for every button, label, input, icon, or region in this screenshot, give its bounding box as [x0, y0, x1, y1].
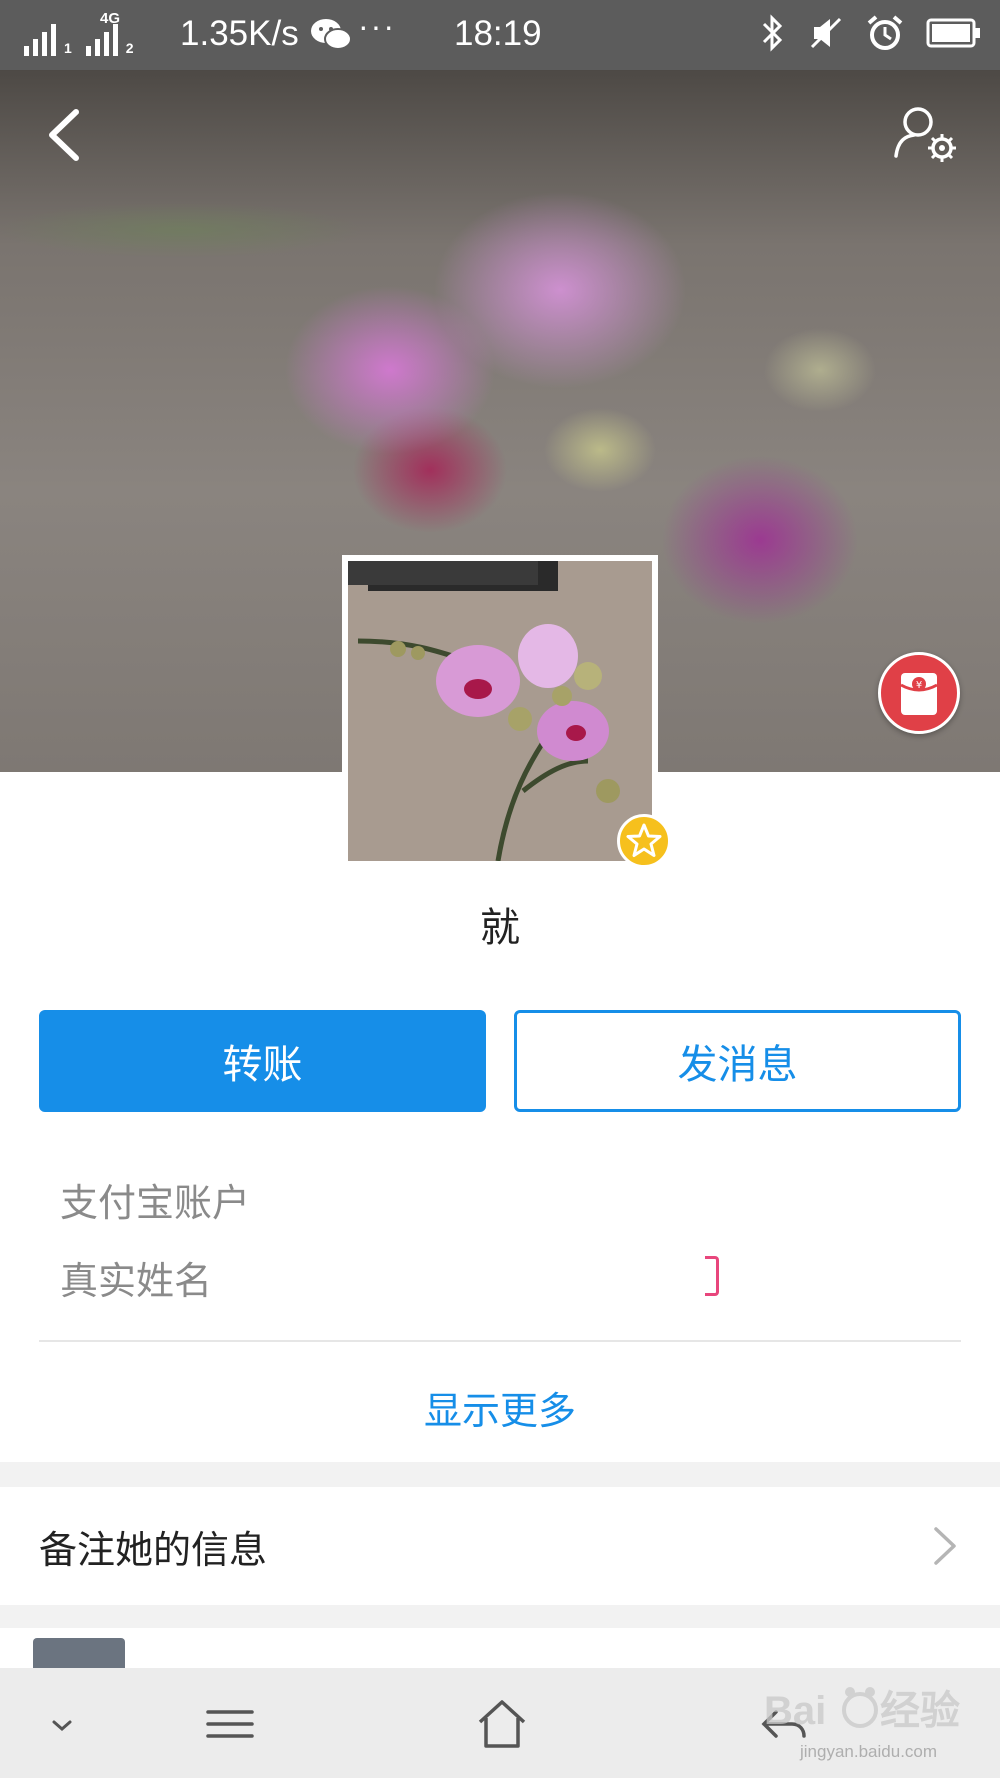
baidu-jingyan-watermark: Bai 经验 jingyan.baidu.com	[760, 1680, 990, 1770]
chevron-right-icon	[934, 1527, 956, 1565]
red-packet-button[interactable]: ¥	[878, 652, 960, 734]
sim1-label: 1	[64, 40, 72, 56]
real-name-verify-icon	[705, 1256, 719, 1296]
signal-icon	[24, 22, 56, 56]
avatar-image	[348, 561, 652, 861]
send-message-button[interactable]: 发消息	[514, 1010, 961, 1112]
sim2-label: 2	[125, 40, 134, 56]
list-item-thumbnail	[33, 1638, 125, 1668]
baidu-logo: Bai 经验	[764, 1687, 960, 1733]
red-packet-icon: ¥	[900, 673, 938, 715]
star-icon	[626, 823, 662, 857]
home-icon[interactable]	[472, 1696, 532, 1752]
divider	[39, 1340, 961, 1342]
transfer-button[interactable]: 转账	[39, 1010, 486, 1112]
signal-icon-sim2	[85, 22, 118, 56]
bluetooth-icon	[762, 14, 783, 52]
orchid-photo	[348, 561, 652, 861]
user-settings-icon[interactable]	[890, 100, 960, 170]
avatar[interactable]	[342, 555, 658, 867]
chevron-left-icon[interactable]	[40, 100, 90, 170]
net-speed: 1.35K/s	[180, 14, 299, 53]
status-icons	[760, 14, 982, 52]
alipay-profile-screen: 1 2 4G 1.35K/s ··· 18:19 ¥ 就 转账 发消息 支付宝账…	[0, 0, 1000, 1778]
signal-group: 1 2	[24, 12, 142, 56]
more-notifications: ···	[358, 8, 396, 44]
network-type: 4G	[100, 10, 121, 27]
chevron-down-icon[interactable]	[32, 1696, 92, 1752]
vip-badge	[617, 814, 671, 868]
alarm-icon	[867, 15, 903, 50]
svg-text:¥: ¥	[916, 680, 922, 691]
alipay-account-label: 支付宝账户	[60, 1181, 251, 1225]
wechat-icon	[311, 19, 352, 50]
watermark-text: jingyan.baidu.com	[800, 1742, 938, 1761]
svg-text:经验: 经验	[880, 1689, 960, 1733]
battery-icon	[926, 18, 980, 48]
profile-name: 就	[480, 906, 520, 950]
clock: 18:19	[454, 14, 542, 53]
list-item[interactable]	[0, 1628, 1000, 1668]
remark-info-row[interactable]: 备注她的信息	[0, 1487, 1000, 1605]
real-name-label: 真实姓名	[60, 1259, 213, 1303]
menu-icon[interactable]	[200, 1696, 260, 1752]
remark-info-label: 备注她的信息	[39, 1528, 268, 1572]
svg-text:Bai: Bai	[764, 1689, 826, 1733]
profile-card	[0, 772, 1000, 1462]
mute-icon	[810, 17, 842, 49]
status-bar: 1 2 4G 1.35K/s ··· 18:19	[0, 0, 1000, 70]
show-more-link[interactable]: 显示更多	[0, 1380, 1000, 1435]
